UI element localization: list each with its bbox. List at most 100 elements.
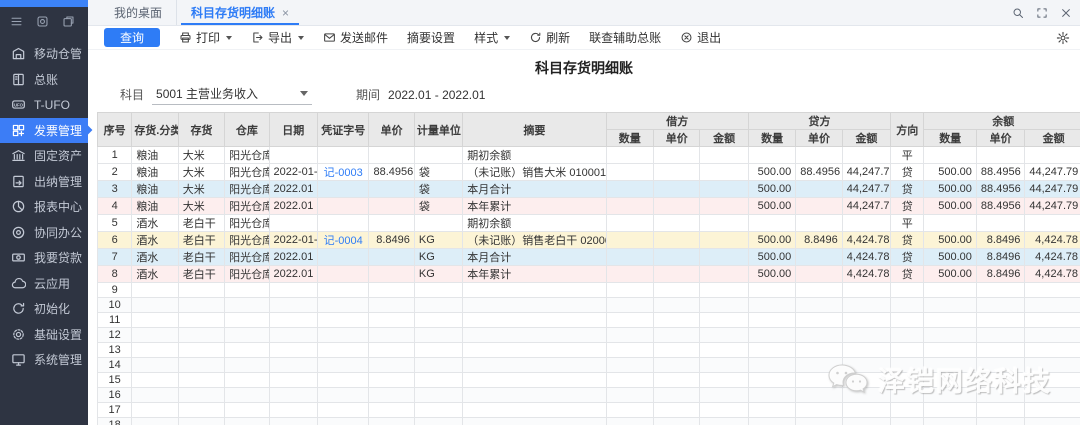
sidebar-item-system[interactable]: 系统管理 (0, 347, 88, 373)
table-row[interactable]: 7酒水老白干阳光仓库2022.01KG本月合计500.004,424.78贷50… (98, 249, 1080, 266)
grid-cell (654, 283, 700, 298)
grid-cell (463, 403, 606, 418)
table-row[interactable]: 17 (98, 403, 1080, 418)
toolbar-gear-icon[interactable] (1056, 31, 1070, 45)
grid-cell (225, 343, 269, 358)
sidebar-item-cashier[interactable]: 出纳管理 (0, 169, 88, 195)
sidebar-item-init[interactable]: 初始化 (0, 296, 88, 322)
table-row[interactable]: 16 (98, 388, 1080, 403)
table-row[interactable]: 14 (98, 358, 1080, 373)
sidebar-item-report-center[interactable]: 报表中心 (0, 194, 88, 220)
grid-cell: 18 (98, 418, 132, 425)
table-row[interactable]: 4粮油大米阳光仓库2022.01袋本年累计500.0044,247.79贷500… (98, 198, 1080, 215)
sidebar-item-ledger[interactable]: 总账 (0, 67, 88, 93)
close-icon[interactable] (1060, 7, 1072, 19)
search-icon[interactable] (1012, 7, 1024, 19)
grid-cell (700, 358, 748, 373)
sidebar-item-settings[interactable]: 基础设置 (0, 322, 88, 348)
toolbar-button-联查辅助总账[interactable]: 联查辅助总账 (589, 29, 661, 46)
toolbar-button-refresh[interactable]: 刷新 (529, 29, 570, 46)
mail-icon (323, 31, 336, 44)
toolbar-button-export[interactable]: 导出 (251, 29, 304, 46)
grid-cell (700, 298, 748, 313)
toolbar-button-mail[interactable]: 发送邮件 (323, 29, 388, 46)
grid-cell: 2022-01-03 (269, 232, 317, 249)
grid-cell (1025, 358, 1080, 373)
menu-icon[interactable] (10, 15, 23, 33)
sidebar-item-label: 基础设置 (34, 326, 82, 343)
grid-cell (414, 388, 462, 403)
grid-cell: 44,247.79 (1025, 164, 1080, 181)
grid-cell: 500.00 (924, 164, 976, 181)
grid-cell: 500.00 (924, 198, 976, 215)
toolbar-button-exit[interactable]: 退出 (680, 29, 721, 46)
table-row[interactable]: 9 (98, 283, 1080, 298)
grid-cell: （未记账）销售大米 010001 大米 (463, 164, 606, 181)
expand-icon[interactable] (1036, 7, 1048, 19)
tufo-icon: UFO (11, 97, 26, 112)
screenshot-icon[interactable] (36, 15, 49, 33)
grid-cell: 本年累计 (463, 198, 606, 215)
grid-cell (606, 164, 653, 181)
table-row[interactable]: 6酒水老白干阳光仓库2022-01-03记-00048.8496KG（未记账）销… (98, 232, 1080, 249)
grid-cell: 阳光仓库 (225, 164, 269, 181)
query-button[interactable]: 查询 (104, 28, 160, 47)
table-row[interactable]: 3粮油大米阳光仓库2022.01袋本月合计500.0044,247.79贷500… (98, 181, 1080, 198)
new-window-icon[interactable] (62, 15, 75, 33)
grid-cell (891, 328, 924, 343)
table-row[interactable]: 13 (98, 343, 1080, 358)
sidebar-item-fixed-assets[interactable]: 固定资产 (0, 143, 88, 169)
grid-cell: 8 (98, 266, 132, 283)
grid-cell (748, 215, 795, 232)
cloud-icon (11, 276, 26, 291)
grid-cell (748, 403, 795, 418)
grid-cell: 7 (98, 249, 132, 266)
table-row[interactable]: 12 (98, 328, 1080, 343)
grid-cell (976, 388, 1024, 403)
table-row[interactable]: 18 (98, 418, 1080, 425)
sidebar-item-mobile-warehouse[interactable]: 移动仓管 (0, 41, 88, 67)
grid-cell: 粮油 (132, 198, 178, 215)
subject-select[interactable]: 5001 主营业务收入 (152, 84, 312, 105)
grid-cell (463, 373, 606, 388)
grid-cell (269, 298, 317, 313)
table-row[interactable]: 10 (98, 298, 1080, 313)
sidebar-item-cloud[interactable]: 云应用 (0, 271, 88, 297)
table-row[interactable]: 1粮油大米阳光仓库期初余额平 (98, 147, 1080, 164)
voucher-link[interactable]: 记-0004 (317, 232, 368, 249)
col-subheader: 单价 (654, 130, 700, 147)
voucher-link[interactable]: 记-0003 (317, 164, 368, 181)
table-row[interactable]: 2粮油大米阳光仓库2022-01-03记-000388.4956袋（未记账）销售… (98, 164, 1080, 181)
toolbar-button-摘要设置[interactable]: 摘要设置 (407, 29, 455, 46)
grid-cell (269, 358, 317, 373)
sidebar-item-invoice[interactable]: 发票管理 (0, 118, 88, 144)
sidebar-item-tufo[interactable]: UFOT-UFO (0, 92, 88, 118)
period-label: 期间 (356, 86, 380, 103)
grid-cell (891, 313, 924, 328)
grid-cell (748, 147, 795, 164)
table-row[interactable]: 11 (98, 313, 1080, 328)
grid-cell (317, 283, 368, 298)
grid-cell (225, 283, 269, 298)
grid-cell (924, 388, 976, 403)
table-row[interactable]: 8酒水老白干阳光仓库2022.01KG本年累计500.004,424.78贷50… (98, 266, 1080, 283)
grid-cell (132, 403, 178, 418)
sidebar-top-strip (0, 0, 88, 7)
sidebar-item-collaboration[interactable]: 协同办公 (0, 220, 88, 246)
tab-close-icon[interactable]: × (282, 6, 289, 20)
toolbar-button-printer[interactable]: 打印 (179, 29, 232, 46)
grid-cell: 2022-01-03 (269, 164, 317, 181)
sidebar-item-label: 系统管理 (34, 351, 82, 368)
grid-cell (796, 198, 842, 215)
grid-cell (269, 343, 317, 358)
toolbar-button-样式[interactable]: 样式 (474, 29, 510, 46)
grid-cell (463, 388, 606, 403)
tab-my-desktop[interactable]: 我的桌面 (100, 0, 176, 25)
table-row[interactable]: 15 (98, 373, 1080, 388)
fixed-assets-icon (11, 148, 26, 163)
grid-cell: KG (414, 232, 462, 249)
grid-cell: 11 (98, 313, 132, 328)
sidebar-item-loan[interactable]: 我要贷款 (0, 245, 88, 271)
table-row[interactable]: 5酒水老白干阳光仓库期初余额平 (98, 215, 1080, 232)
tab-subject-inventory-ledger[interactable]: 科目存货明细账 × (176, 0, 303, 25)
